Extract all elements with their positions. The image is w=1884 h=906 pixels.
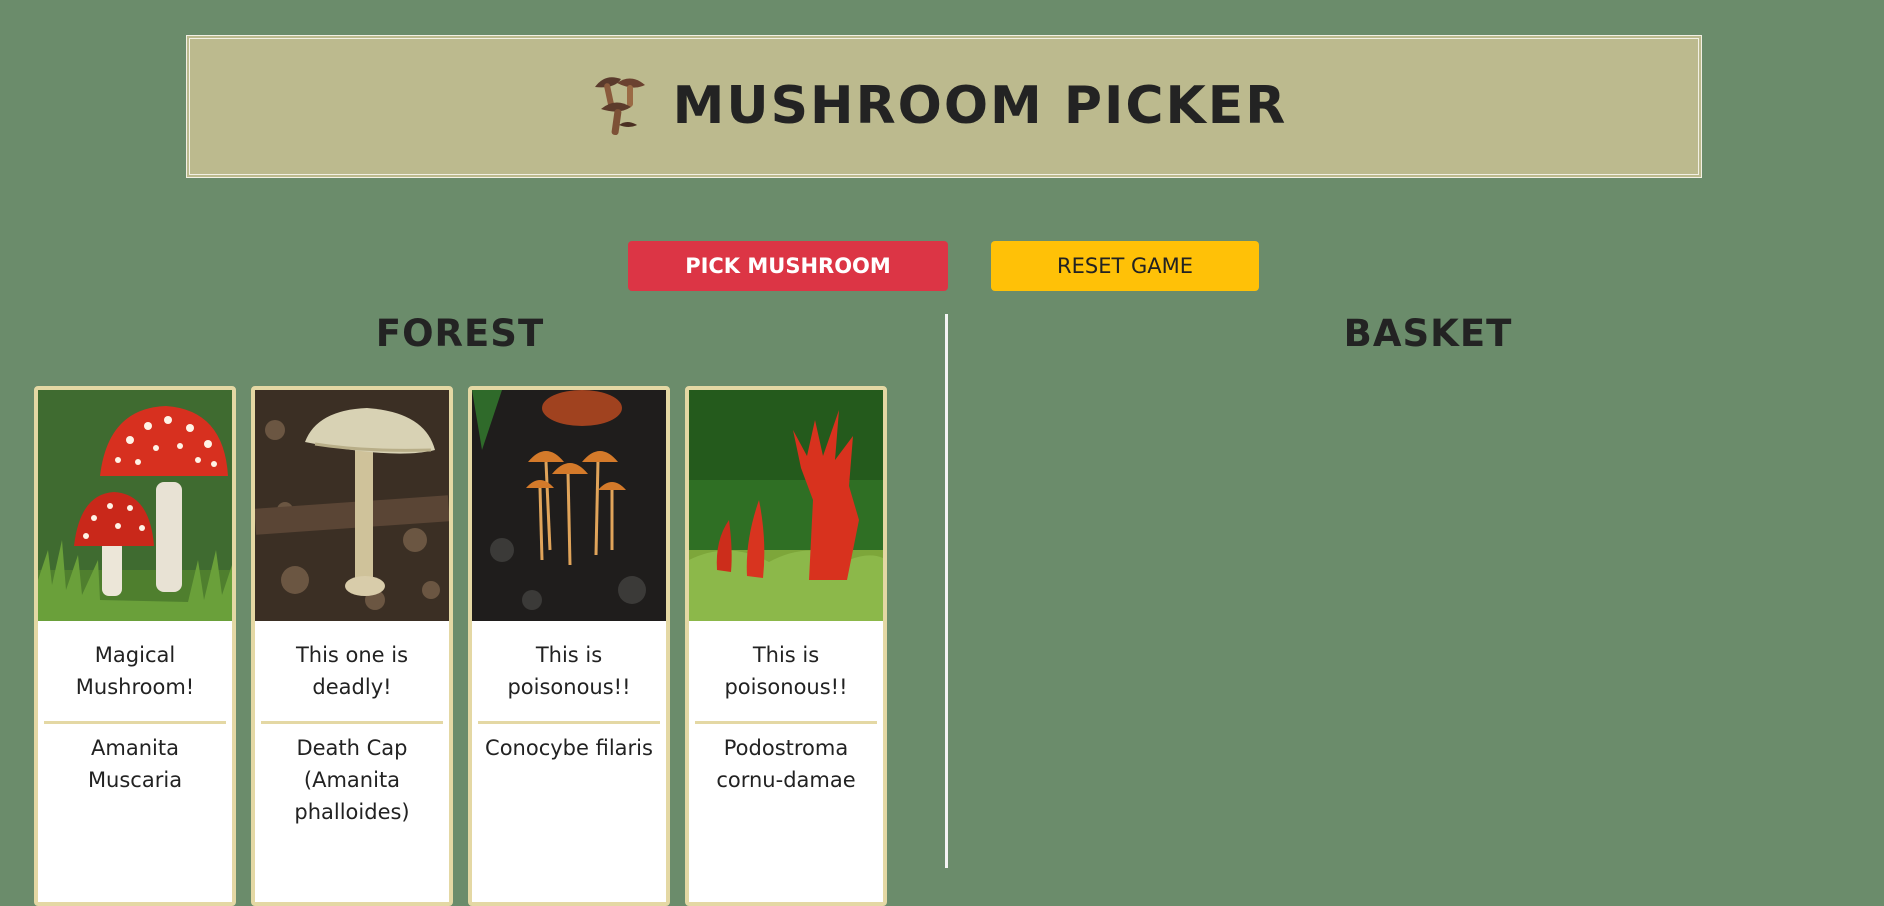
mushroom-cluster-icon (594, 76, 645, 135)
game-title: MUSHROOM PICKER (672, 75, 1288, 136)
poison-fire-coral-photo (689, 390, 883, 621)
card-species-name: Podostroma cornu-damae (716, 736, 856, 792)
card-description: This one is deadly! (295, 643, 409, 699)
death-cap-photo (255, 390, 449, 621)
card-species-name: Amanita Muscaria (87, 736, 183, 792)
card-species-name: Death Cap (Amanita phalloides) (294, 736, 410, 824)
mushroom-card-death-cap[interactable]: This one is deadly! Death Cap (Amanita p… (251, 386, 453, 906)
mushroom-card-podostroma[interactable]: This is poisonous!! Podostroma cornu-dam… (685, 386, 887, 906)
card-description: This is poisonous!! (724, 643, 848, 699)
card-description: This is poisonous!! (507, 643, 631, 699)
conocybe-photo (472, 390, 666, 621)
forest-card-list: Magical Mushroom! Amanita Muscaria This … (34, 386, 887, 906)
pick-mushroom-button[interactable]: PICK MUSHROOM (628, 241, 948, 291)
forest-title: FOREST (375, 312, 545, 355)
mushroom-card-conocybe-filaris[interactable]: This is poisonous!! Conocybe filaris (468, 386, 670, 906)
fly-agaric-photo (38, 390, 232, 621)
section-divider (945, 314, 948, 868)
mushroom-card-amanita-muscaria[interactable]: Magical Mushroom! Amanita Muscaria (34, 386, 236, 906)
card-description: Magical Mushroom! (75, 643, 195, 699)
header-banner: MUSHROOM PICKER (186, 35, 1702, 178)
basket-area[interactable] (960, 370, 1860, 868)
basket-title: BASKET (1343, 312, 1513, 355)
reset-game-button[interactable]: RESET GAME (991, 241, 1259, 291)
card-species-name: Conocybe filaris (485, 736, 653, 760)
